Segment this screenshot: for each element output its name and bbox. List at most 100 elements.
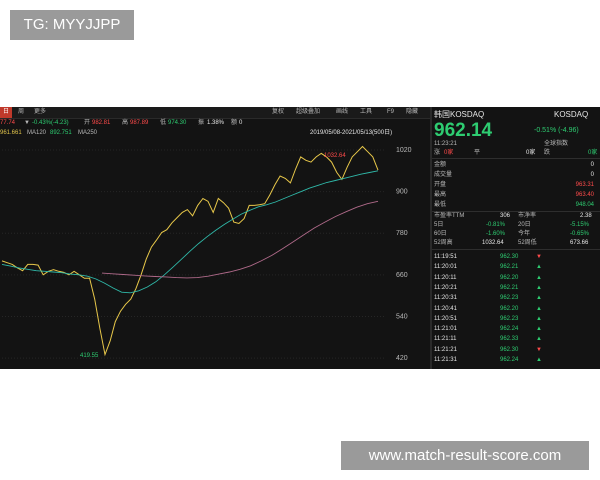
up-arrow-icon: ▲ bbox=[536, 315, 542, 322]
stat-label: 开盘 bbox=[434, 182, 447, 188]
tick-row: 11:20:01 962.21 ▲ bbox=[432, 263, 600, 272]
quote-side-panel: 韩国KOSDAQ KOSDAQ 962.14 -0.51% (-4.96) 11… bbox=[432, 107, 600, 369]
rise-label: 涨 bbox=[434, 150, 441, 156]
open-value: 982.81 bbox=[92, 120, 111, 126]
stat-value: 963.31 bbox=[575, 182, 594, 188]
stat-label: 金额 bbox=[434, 162, 447, 168]
y-tick-label: 660 bbox=[396, 272, 408, 279]
tick-price: 962.20 bbox=[500, 274, 519, 281]
quote-time: 11:23:21 bbox=[434, 141, 457, 147]
price-series-line bbox=[1, 145, 379, 357]
stat-value: 0 bbox=[590, 162, 594, 168]
up-arrow-icon: ▲ bbox=[536, 274, 542, 281]
chart-annotations: 1032.64 419.55 bbox=[80, 153, 346, 359]
tick-time: 11:21:11 bbox=[434, 336, 457, 343]
tick-price: 962.30 bbox=[500, 254, 519, 260]
ma120-line bbox=[1, 170, 379, 294]
high-value: 987.89 bbox=[130, 120, 149, 126]
price-chart: 1020 900 780 660 540 420 1032.64 419.55 bbox=[1, 145, 412, 362]
chart-series bbox=[1, 145, 379, 357]
range-label: 2019/05/08-2021/05/13(500日) bbox=[310, 130, 393, 136]
fall-label: 跌 bbox=[544, 150, 551, 156]
amt-label: 额 bbox=[231, 120, 238, 126]
tab-more[interactable]: 更多 bbox=[34, 109, 46, 116]
restore-button[interactable]: 复权 bbox=[272, 109, 284, 116]
index-change: -0.51% (-4.96) bbox=[534, 127, 579, 134]
f9-button[interactable]: F9 bbox=[387, 109, 394, 116]
tick-price: 962.30 bbox=[500, 346, 519, 353]
low-value: 974.30 bbox=[168, 120, 187, 126]
ma250-label: MA250 bbox=[78, 130, 98, 136]
d60-value: -1.60% bbox=[486, 231, 506, 237]
trading-terminal: 日 周 更多 复权 超级叠加 画线 工具 F9 隐藏 77.74 ▼ -0.43… bbox=[0, 107, 600, 369]
tick-price: 962.33 bbox=[500, 336, 519, 343]
stat-row: 成交量 0 bbox=[432, 171, 600, 180]
up-arrow-icon: ▲ bbox=[536, 357, 542, 363]
ytd-label: 今年 bbox=[518, 231, 531, 237]
tick-row: 11:20:11 962.20 ▲ bbox=[432, 274, 600, 283]
high52-label: 52周高 bbox=[434, 240, 453, 246]
up-arrow-icon: ▲ bbox=[536, 336, 542, 343]
high52-value: 1032.64 bbox=[482, 240, 504, 246]
high-label: 高 bbox=[122, 120, 129, 126]
stat-row: 最高 963.40 bbox=[432, 191, 600, 200]
tick-time: 11:20:31 bbox=[434, 295, 457, 302]
tick-price: 962.23 bbox=[500, 295, 519, 302]
tab-day[interactable]: 日 bbox=[0, 107, 12, 118]
pe-label: 市盈率TTM bbox=[434, 213, 465, 219]
index-price: 962.14 bbox=[434, 120, 493, 141]
tick-price: 962.21 bbox=[500, 284, 519, 291]
pe-value: 306 bbox=[500, 213, 511, 219]
y-tick-label: 780 bbox=[396, 230, 408, 237]
low-label: 低 bbox=[160, 120, 167, 126]
down-arrow-icon: ▼ bbox=[536, 346, 542, 353]
tick-price: 962.20 bbox=[500, 305, 519, 312]
tick-row: 11:20:31 962.23 ▲ bbox=[432, 294, 600, 303]
y-tick-label: 420 bbox=[396, 355, 408, 362]
tick-time: 11:20:41 bbox=[434, 305, 457, 312]
amp-value: 1.38% bbox=[207, 120, 225, 126]
ma-value: 961.661 bbox=[0, 130, 22, 136]
ytd-value: -0.65% bbox=[570, 231, 590, 237]
overlay-button[interactable]: 超级叠加 bbox=[296, 109, 320, 116]
d20-value: -5.15% bbox=[570, 222, 590, 228]
up-arrow-icon: ▲ bbox=[536, 305, 542, 312]
tick-row: 11:20:41 962.20 ▲ bbox=[432, 305, 600, 314]
tick-row: 11:21:11 962.33 ▲ bbox=[432, 335, 600, 344]
tab-week[interactable]: 周 bbox=[18, 109, 24, 116]
ma120-value: 892.751 bbox=[50, 130, 72, 136]
tick-time: 11:20:21 bbox=[434, 284, 457, 291]
amp-label: 振 bbox=[198, 120, 205, 126]
hide-button[interactable]: 隐藏 bbox=[406, 109, 418, 116]
y-axis-labels: 1020 900 780 660 540 420 bbox=[396, 147, 412, 362]
stat-value: 963.40 bbox=[575, 192, 594, 198]
tick-time: 11:20:51 bbox=[434, 315, 457, 322]
amt-value: 0 bbox=[239, 120, 243, 126]
tick-row: 11:21:21 962.30 ▼ bbox=[432, 346, 600, 355]
flat-count: 0家 bbox=[526, 150, 536, 156]
quote-row: 77.74 ▼ -0.43%(-4.23) 开 982.81 高 987.89 … bbox=[0, 119, 430, 129]
index-code: KOSDAQ bbox=[554, 110, 589, 119]
stat-label: 最低 bbox=[434, 202, 447, 208]
y-tick-label: 540 bbox=[396, 313, 408, 320]
down-arrow-icon: ▼ bbox=[536, 254, 542, 260]
stat-value: 948.04 bbox=[575, 202, 594, 208]
tick-price: 962.24 bbox=[500, 326, 519, 333]
draw-button[interactable]: 画线 bbox=[336, 109, 348, 116]
tick-row: 11:21:31 962.24 ▲ bbox=[432, 356, 600, 365]
tools-button[interactable]: 工具 bbox=[360, 109, 372, 116]
d5-label: 5日 bbox=[434, 222, 444, 228]
up-arrow-icon: ▲ bbox=[536, 284, 542, 291]
pb-value: 2.38 bbox=[580, 213, 592, 219]
down-arrow-icon: ▼ bbox=[24, 120, 30, 126]
up-arrow-icon: ▲ bbox=[536, 326, 542, 333]
chart-grid bbox=[2, 149, 386, 359]
up-arrow-icon: ▲ bbox=[536, 264, 542, 271]
low52-value: 673.66 bbox=[570, 240, 589, 246]
tick-price: 962.24 bbox=[500, 357, 519, 363]
d5-value: -0.81% bbox=[486, 222, 506, 228]
low-annotation: 419.55 bbox=[80, 353, 99, 359]
stat-row: 开盘 963.31 bbox=[432, 181, 600, 190]
ma120-label: MA120 bbox=[27, 130, 47, 136]
tick-price: 962.23 bbox=[500, 315, 519, 322]
